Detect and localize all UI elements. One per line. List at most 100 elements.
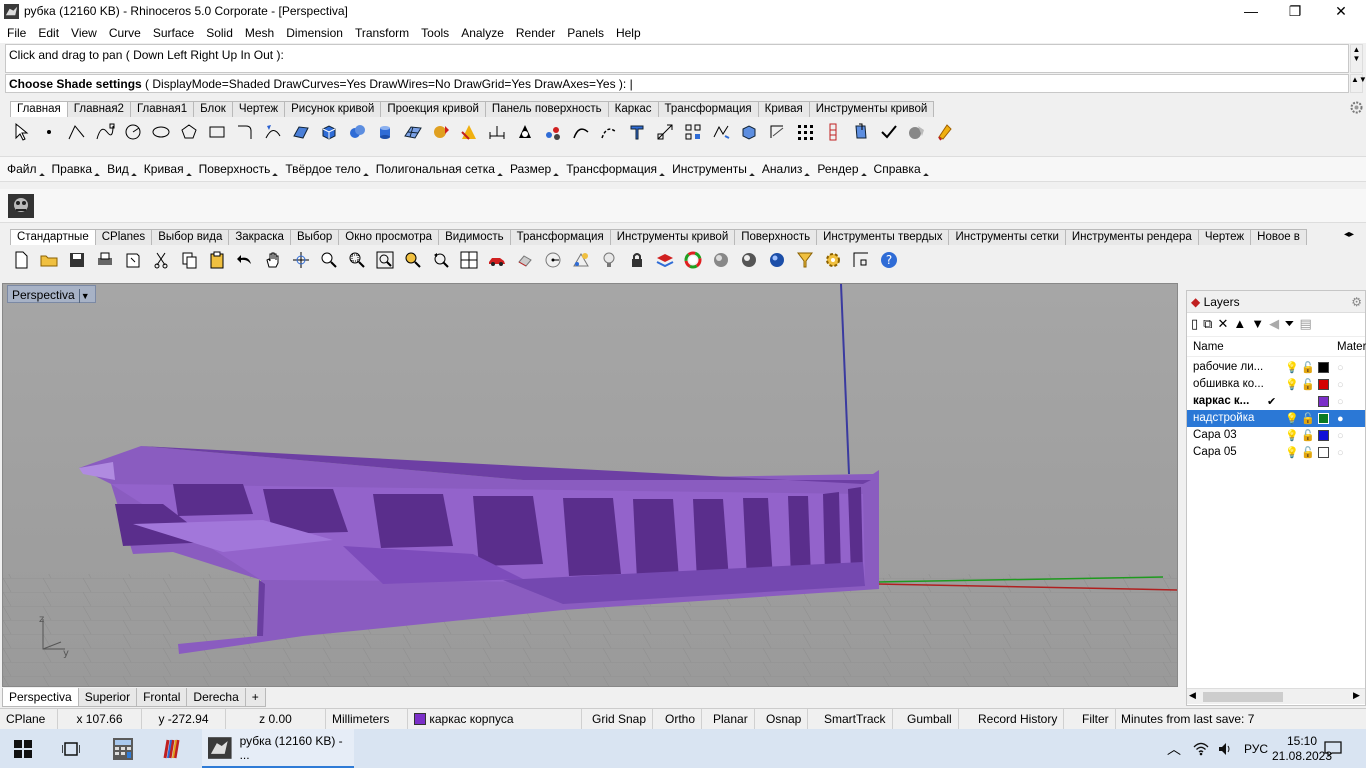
menu-surface[interactable]: Surface <box>147 23 200 43</box>
rumenu-tverdoe-telo[interactable]: Твёрдое тело <box>278 157 368 181</box>
layer-unlocked-icon[interactable]: 🔓 <box>1301 428 1315 445</box>
surface-icon[interactable] <box>288 120 313 145</box>
layer-row[interactable]: рабочие ли... 💡 🔓 ○ <box>1187 359 1365 376</box>
tab-cplanes[interactable]: CPlanes <box>94 229 153 245</box>
tab-transformatsiya[interactable]: Трансформация <box>657 101 759 117</box>
delete-layer-icon[interactable]: ✕ <box>1217 316 1233 331</box>
box-icon[interactable] <box>316 120 341 145</box>
layers-panel-title[interactable]: Layers <box>1204 295 1240 309</box>
zoom-icon[interactable] <box>316 248 341 273</box>
tabs-overflow-arrows[interactable]: ◂▸ <box>1344 229 1354 240</box>
control-points-icon[interactable] <box>820 120 845 145</box>
status-planar[interactable]: Planar <box>707 709 755 730</box>
new-layer-icon[interactable]: ▯ <box>1191 316 1203 331</box>
light-bulb-icon[interactable] <box>596 248 621 273</box>
menu-transform[interactable]: Transform <box>349 23 415 43</box>
menu-help[interactable]: Help <box>610 23 647 43</box>
tab-proektsiya-krivoy[interactable]: Проекция кривой <box>380 101 486 117</box>
tab-instrumenty-krivoy-2[interactable]: Инструменты кривой <box>609 229 736 245</box>
menu-solid[interactable]: Solid <box>200 23 239 43</box>
tab-vybor[interactable]: Выбор <box>289 229 340 245</box>
open-folder-icon[interactable] <box>36 248 61 273</box>
viewport-menu-arrow-icon[interactable]: ▼ <box>78 289 91 303</box>
layer-material-icon[interactable]: ● <box>1337 411 1344 428</box>
tab-panel-poverkhnost[interactable]: Панель поверхность <box>484 101 609 117</box>
tab-krivaya[interactable]: Кривая <box>757 101 810 117</box>
status-gumball[interactable]: Gumball <box>901 709 959 730</box>
rumenu-poligonalnaya-setka[interactable]: Полигональная сетка <box>369 157 503 181</box>
import-icon[interactable] <box>120 248 145 273</box>
tab-karkas[interactable]: Каркас <box>607 101 659 117</box>
menu-edit[interactable]: Edit <box>32 23 65 43</box>
car-icon[interactable] <box>484 248 509 273</box>
tab-transformatsiya-2[interactable]: Трансформация <box>509 229 611 245</box>
ghosted-icon[interactable] <box>512 248 537 273</box>
menu-tools[interactable]: Tools <box>415 23 455 43</box>
menu-render[interactable]: Render <box>510 23 561 43</box>
layer-color-swatch[interactable] <box>1318 413 1329 424</box>
points-on-icon[interactable] <box>540 120 565 145</box>
drape-icon[interactable] <box>764 120 789 145</box>
custom-script-icon[interactable] <box>8 194 34 218</box>
layers-settings-gear-icon[interactable]: ⚙ <box>1351 291 1362 313</box>
rumenu-vid[interactable]: Вид <box>100 157 137 181</box>
four-viewports-icon[interactable] <box>456 248 481 273</box>
layer-row[interactable]: каркас к... ✔ ○ <box>1187 393 1365 410</box>
layer-unlocked-icon[interactable]: 🔓 <box>1301 377 1315 394</box>
circle-icon[interactable] <box>120 120 145 145</box>
options-gear-icon[interactable] <box>820 248 845 273</box>
command-line[interactable]: Choose Shade settings ( DisplayMode=Shad… <box>5 74 1349 93</box>
task-view-icon[interactable] <box>48 729 94 768</box>
status-smarttrack[interactable]: SmartTrack <box>818 709 893 730</box>
layer-color-swatch[interactable] <box>1318 396 1329 407</box>
cylinder-icon[interactable] <box>372 120 397 145</box>
tab-blok[interactable]: Блок <box>193 101 233 117</box>
layer-unlocked-icon[interactable]: 🔓 <box>1301 360 1315 377</box>
polygon-icon[interactable] <box>176 120 201 145</box>
layer-row[interactable]: Сара 03 💡 🔓 ○ <box>1187 427 1365 444</box>
paint-icon[interactable] <box>932 120 957 145</box>
scroll-right-icon[interactable]: ▶ <box>1353 690 1360 701</box>
menu-file[interactable]: File <box>1 23 32 43</box>
layer-filter-icon[interactable]: ⏷ <box>1284 316 1299 331</box>
menu-view[interactable]: View <box>65 23 103 43</box>
menu-mesh[interactable]: Mesh <box>239 23 280 43</box>
status-units[interactable]: Millimeters <box>326 709 408 730</box>
layer-row[interactable]: Сара 05 💡 🔓 ○ <box>1187 444 1365 461</box>
layer-visible-bulb-icon[interactable]: 💡 <box>1285 411 1299 428</box>
layer-color-swatch[interactable] <box>1318 379 1329 390</box>
show-hidden-icons-chevron-up-icon[interactable]: ︿ <box>1164 729 1184 768</box>
viewport-title[interactable]: Perspectiva ▼ <box>7 285 96 303</box>
layer-unlocked-icon[interactable]: 🔓 <box>1301 445 1315 462</box>
named-views-icon[interactable] <box>568 248 593 273</box>
layer-color-swatch[interactable] <box>1318 430 1329 441</box>
rumenu-razmer[interactable]: Размер <box>503 157 559 181</box>
rumenu-fail[interactable]: Файл <box>0 157 45 181</box>
volume-icon[interactable] <box>1214 729 1236 768</box>
rectangle-icon[interactable] <box>204 120 229 145</box>
move-layer-out-icon[interactable]: ◀ <box>1269 316 1284 331</box>
menu-curve[interactable]: Curve <box>103 23 147 43</box>
rebuild-curve-icon[interactable] <box>260 120 285 145</box>
tab-standartnye[interactable]: Стандартные <box>10 229 96 245</box>
move-layer-down-icon[interactable]: ▼ <box>1251 316 1269 331</box>
tab-risunok-krivoy[interactable]: Рисунок кривой <box>284 101 382 117</box>
render-preview-icon[interactable] <box>904 120 929 145</box>
tab-instrumenty-tverdykh[interactable]: Инструменты твердых <box>816 229 950 245</box>
rumenu-spravka[interactable]: Справка <box>867 157 929 181</box>
select-arrow-icon[interactable] <box>8 120 33 145</box>
layer-current-check-icon[interactable]: ✔ <box>1267 394 1276 411</box>
boolean-union-icon[interactable] <box>344 120 369 145</box>
layer-row[interactable]: обшивка ко... 💡 🔓 ○ <box>1187 376 1365 393</box>
rumenu-pravka[interactable]: Правка <box>45 157 101 181</box>
layer-material-icon[interactable]: ○ <box>1337 428 1344 445</box>
status-osnap[interactable]: Osnap <box>760 709 809 730</box>
lock-icon[interactable] <box>624 248 649 273</box>
mesh-icon[interactable] <box>400 120 425 145</box>
orient-icon[interactable] <box>708 120 733 145</box>
rumenu-poverkhnost[interactable]: Поверхность <box>192 157 279 181</box>
viewport-tab-perspectiva[interactable]: Perspectiva <box>2 688 79 707</box>
rotate-icon[interactable] <box>540 248 565 273</box>
pan-hand-icon[interactable] <box>260 248 285 273</box>
layer-states-icon[interactable]: ▤ <box>1300 316 1317 331</box>
